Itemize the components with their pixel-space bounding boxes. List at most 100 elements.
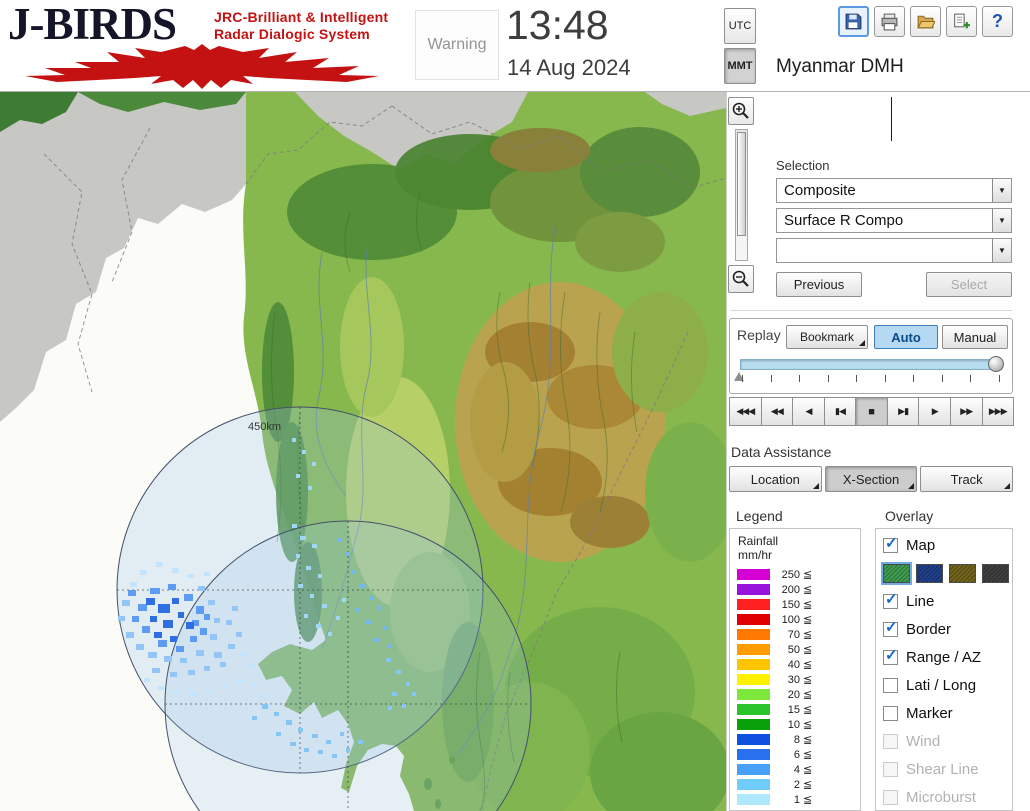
overlay-checkbox-range-az[interactable]: ✓	[883, 647, 898, 665]
legend-panel: Rainfall mm/hr 250 ≦ 200 ≦ 150 ≦ 100 ≦ 70 ≦ 50 ≦ 40 ≦…	[729, 528, 861, 811]
playback-controls: ◀◀◀ ◀◀ ◀ ▮◀ ■ ▶▮ ▶ ▶▶ ▶▶▶	[729, 397, 1015, 426]
x-section-button[interactable]: X-Section	[824, 466, 918, 492]
chevron-down-icon[interactable]: ▼	[992, 179, 1011, 202]
slider-tick	[998, 375, 1000, 382]
legend-row: 70 ≦	[730, 627, 860, 642]
overlay-item-label: Wind	[906, 732, 941, 750]
playback-button-3[interactable]: ▮◀	[823, 397, 857, 426]
zoom-slider-thumb[interactable]	[737, 132, 746, 236]
playback-button-4[interactable]: ■	[855, 397, 888, 426]
playback-button-0[interactable]: ◀◀◀	[729, 397, 762, 426]
chevron-down-icon[interactable]: ▼	[992, 209, 1011, 232]
control-panel: Selection Composite ▼ Surface R Compo ▼ …	[726, 92, 1030, 811]
overlay-checkbox-lati-long[interactable]	[883, 677, 898, 693]
overlay-checkbox-line[interactable]: ✓	[883, 591, 898, 609]
map-style-swatch-3[interactable]	[982, 563, 1009, 583]
slider-tick	[970, 375, 972, 382]
overlay-item-label: Range / AZ	[906, 648, 982, 666]
open-folder-button[interactable]	[910, 6, 941, 37]
map-style-swatch-2[interactable]	[949, 563, 976, 583]
playback-button-2[interactable]: ◀	[792, 397, 825, 426]
check-icon: ✓	[885, 618, 898, 636]
replay-label: Replay	[737, 327, 781, 343]
track-button[interactable]: Track	[920, 466, 1014, 492]
legend-row: 6 ≦	[730, 747, 860, 762]
chevron-down-icon[interactable]: ▼	[992, 239, 1011, 262]
slider-tick	[941, 375, 943, 382]
legend-value: 50	[787, 643, 800, 656]
check-icon: ✓	[885, 590, 898, 608]
help-button[interactable]: ?	[982, 6, 1013, 37]
legend-lte-symbol: ≦	[803, 734, 813, 746]
selection-label: Selection	[776, 158, 830, 173]
playback-button-7[interactable]: ▶▶	[949, 397, 983, 426]
legend-value: 150	[781, 598, 800, 611]
replay-slider-track[interactable]	[740, 356, 1004, 372]
overlay-checkbox-marker[interactable]	[883, 705, 898, 721]
overlay-item-wind: Wind	[876, 727, 1012, 755]
print-icon	[881, 13, 898, 31]
zoom-in-icon	[732, 102, 749, 119]
radar-map[interactable]: 450km	[0, 92, 726, 811]
logo-subtitle: JRC-Brilliant & Intelligent Radar Dialog…	[214, 9, 388, 43]
playback-button-5[interactable]: ▶▮	[886, 397, 920, 426]
auto-button[interactable]: Auto	[874, 325, 938, 349]
legend-lte-symbol: ≦	[803, 674, 813, 686]
overlay-item-map: ✓ Map	[876, 531, 1012, 559]
overlay-item-line: ✓ Line	[876, 587, 1012, 615]
legend-row: 150 ≦	[730, 597, 860, 612]
previous-button[interactable]: Previous	[776, 272, 862, 297]
playback-button-6[interactable]: ▶	[918, 397, 951, 426]
playback-button-1[interactable]: ◀◀	[760, 397, 794, 426]
legend-lte-symbol: ≦	[803, 689, 813, 701]
map-style-swatch-0[interactable]	[881, 561, 912, 585]
legend-color-swatch	[737, 599, 770, 610]
location-button[interactable]: Location	[729, 466, 822, 492]
zoom-out-button[interactable]	[728, 265, 754, 293]
legend-row: 4 ≦	[730, 762, 860, 777]
product-combo-2-value: Surface R Compo	[784, 212, 904, 229]
legend-color-swatch	[737, 629, 770, 640]
export-button[interactable]	[946, 6, 977, 37]
overlay-item-lati-long: Lati / Long	[876, 671, 1012, 699]
divider	[730, 310, 1012, 311]
bookmark-button[interactable]: Bookmark	[786, 325, 868, 349]
zoom-in-button[interactable]	[728, 97, 754, 125]
legend-value: 2	[793, 778, 800, 791]
map-style-swatch-1[interactable]	[916, 563, 943, 583]
check-icon: ✓	[885, 534, 898, 552]
overlay-checkbox-border[interactable]: ✓	[883, 619, 898, 637]
legend-row: 2 ≦	[730, 777, 860, 792]
overlay-checkbox-map[interactable]: ✓	[883, 535, 898, 553]
replay-slider-thumb[interactable]	[988, 356, 1004, 372]
legend-color-swatch	[737, 569, 770, 580]
zoom-slider-track[interactable]	[735, 129, 748, 261]
print-button[interactable]	[874, 6, 905, 37]
legend-color-swatch	[737, 659, 770, 670]
warning-label: Warning	[427, 36, 487, 53]
overlay-item-label: Map	[906, 536, 936, 554]
legend-color-swatch	[737, 584, 770, 595]
warning-indicator[interactable]: Warning	[415, 10, 499, 80]
legend-value: 200	[781, 583, 800, 596]
legend-color-swatch	[737, 644, 770, 655]
legend-value: 70	[787, 628, 800, 641]
legend-color-swatch	[737, 764, 770, 775]
overlay-item-range-az: ✓ Range / AZ	[876, 643, 1012, 671]
header: J-BIRDS JRC-Brilliant & Intelligent Rada…	[0, 0, 1030, 92]
product-combo-3[interactable]: ▼	[776, 238, 1012, 263]
playback-button-8[interactable]: ▶▶▶	[981, 397, 1015, 426]
product-combo-1[interactable]: Composite ▼	[776, 178, 1012, 203]
legend-lte-symbol: ≦	[803, 629, 813, 641]
help-icon: ?	[992, 11, 1003, 31]
product-combo-2[interactable]: Surface R Compo ▼	[776, 208, 1012, 233]
legend-lte-symbol: ≦	[803, 719, 813, 731]
save-button[interactable]	[838, 6, 869, 37]
legend-value: 250	[781, 568, 800, 581]
legend-lte-symbol: ≦	[803, 644, 813, 656]
legend-param-unit: mm/hr	[738, 548, 772, 562]
mmt-button[interactable]: MMT	[724, 48, 756, 84]
utc-button[interactable]: UTC	[724, 8, 756, 44]
slider-tick	[856, 375, 858, 382]
manual-button[interactable]: Manual	[942, 325, 1008, 349]
